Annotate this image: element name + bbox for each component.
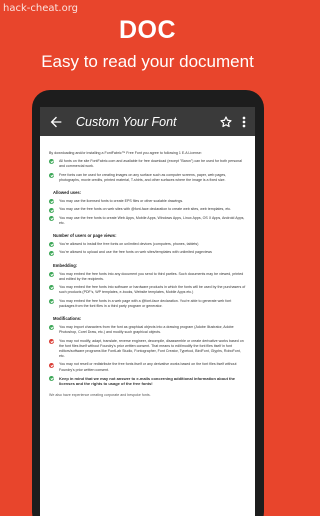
more-vert-icon[interactable] [239, 114, 249, 130]
list-item: You may use the licensed fonts to create… [49, 199, 246, 205]
list-item: You're allowed to install the free fonts… [49, 242, 246, 248]
arrow-back-icon[interactable] [48, 114, 64, 130]
list-item: You may not resell or redistribute the f… [49, 362, 246, 372]
check-icon [49, 172, 54, 178]
section-title-users: Number of users or page views: [53, 233, 117, 239]
section-title-embedding: Embedding: [53, 262, 78, 268]
denied-icon [49, 338, 54, 344]
check-icon [49, 207, 54, 213]
star-outline-icon[interactable] [219, 115, 233, 129]
list-item: You may embed the free fonts in a web pa… [49, 299, 246, 309]
check-icon [49, 272, 54, 278]
list-item: You may use the free fonts on web sites … [49, 207, 246, 213]
check-icon [49, 250, 54, 256]
check-icon [49, 298, 54, 304]
keep-in-mind-note: Keep in mind that we may not answer to e… [49, 376, 246, 387]
list-item: You may use the free fonts to create Web… [49, 216, 246, 226]
check-icon [49, 159, 54, 165]
check-icon [49, 215, 54, 221]
app-bar-title: Custom Your Font [76, 114, 177, 129]
hero-title: DOC [118, 16, 177, 44]
app-bar: Custom Your Font [40, 107, 255, 136]
section-title-modifications: Modifications: [53, 316, 82, 322]
check-icon [49, 199, 54, 205]
check-icon [49, 285, 54, 291]
hero-subtitle: Easy to read your document [41, 52, 254, 71]
list-item: You may embed the free fonts into any do… [49, 272, 246, 282]
check-icon [49, 376, 54, 382]
check-icon [49, 325, 54, 331]
list-item: You may not modify, adapt, translate, re… [49, 339, 246, 360]
denied-icon [49, 362, 54, 368]
app-screen: Custom Your Font By downloading and/or i… [40, 107, 255, 516]
list-item: You may embed the free fonts into softwa… [49, 285, 246, 295]
section-title-allowed: Allowed uses: [53, 190, 82, 196]
footer-text: We also have experience creating corpora… [49, 392, 151, 397]
watermark-text: hack-cheat.org [3, 3, 78, 14]
check-icon [49, 242, 54, 248]
list-item: All fonts on the site FontFabric.com and… [49, 159, 246, 169]
list-item: Free fonts can be used for creating imag… [49, 173, 246, 183]
list-item: You may import characters from the font … [49, 325, 246, 335]
license-document: By downloading and/or installing a FontF… [40, 136, 255, 398]
list-item: You're allowed to upload and use the fre… [49, 250, 246, 256]
license-intro: By downloading and/or installing a FontF… [49, 151, 202, 155]
